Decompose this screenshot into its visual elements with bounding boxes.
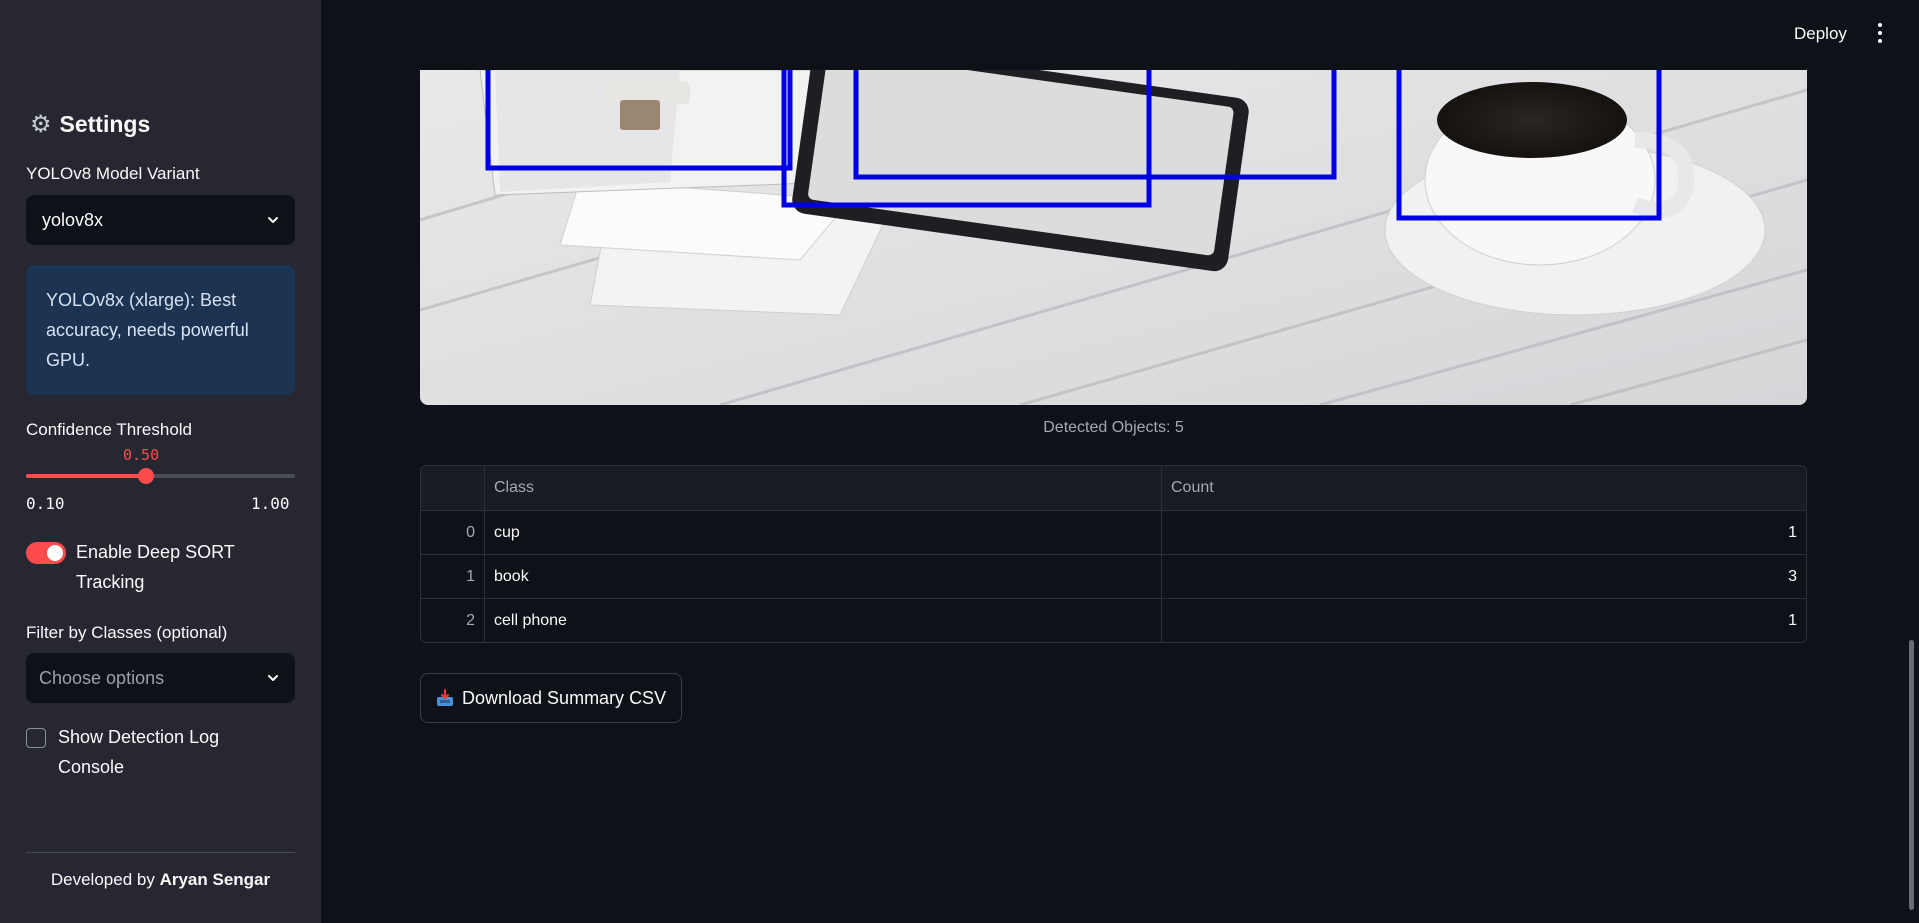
class-filter-multiselect[interactable]: Choose options — [26, 653, 295, 703]
count-cell[interactable]: 3 — [1162, 555, 1806, 598]
sidebar-title: ⚙ Settings — [30, 110, 150, 139]
class-cell[interactable]: book — [485, 555, 1162, 598]
confidence-slider-thumb[interactable] — [137, 468, 154, 484]
deep-sort-toggle[interactable] — [26, 542, 66, 564]
model-info-alert: YOLOv8x (xlarge): Best accuracy, needs p… — [26, 265, 295, 395]
class-cell[interactable]: cell phone — [485, 599, 1162, 642]
model-variant-value: yolov8x — [42, 209, 104, 230]
credit-name: Aryan Sengar — [159, 870, 271, 889]
table-row: 1 book 3 — [421, 554, 1806, 598]
sidebar-divider — [26, 852, 295, 853]
table-header-row: Class Count — [421, 466, 1806, 510]
count-column-header[interactable]: Count — [1162, 466, 1806, 510]
count-cell[interactable]: 1 — [1162, 599, 1806, 642]
inbox-tray-icon — [437, 689, 453, 706]
developer-credit: Developed by Aryan Sengar — [0, 870, 321, 890]
gear-icon: ⚙ — [30, 111, 52, 138]
confidence-slider[interactable] — [26, 468, 295, 484]
deep-sort-toggle-label: Enable Deep SORT Tracking — [76, 542, 235, 592]
download-button-label: Download Summary CSV — [462, 687, 667, 708]
credit-prefix: Developed by — [50, 870, 155, 889]
model-variant-select[interactable]: yolov8x — [26, 195, 295, 245]
main-scrollbar[interactable] — [1909, 640, 1914, 910]
chevron-down-icon — [268, 675, 278, 681]
detection-log-checkbox-label: Show Detection Log Console — [58, 727, 220, 777]
row-index: 1 — [421, 555, 485, 598]
row-index: 2 — [421, 599, 485, 642]
confidence-slider-max: 1.00 — [251, 494, 290, 513]
chevron-down-icon — [268, 217, 278, 223]
count-cell[interactable]: 1 — [1162, 511, 1806, 554]
row-index: 0 — [421, 511, 485, 554]
detection-log-checkbox[interactable] — [26, 728, 46, 748]
sidebar-title-text: Settings — [59, 111, 151, 137]
toggle-knob — [47, 545, 63, 561]
detection-image — [420, 70, 1807, 405]
confidence-label: Confidence Threshold — [26, 420, 193, 439]
detection-image-canvas — [420, 70, 1807, 405]
table-row: 2 cell phone 1 — [421, 598, 1806, 642]
model-variant-label: YOLOv8 Model Variant — [26, 164, 200, 183]
deploy-button[interactable]: Deploy — [1788, 20, 1853, 48]
detected-objects-caption: Detected Objects: 5 — [1043, 419, 1184, 436]
index-column-header[interactable] — [421, 466, 485, 510]
download-summary-csv-button[interactable]: Download Summary CSV — [420, 673, 683, 723]
confidence-slider-min: 0.10 — [26, 494, 65, 513]
confidence-slider-fill — [26, 474, 146, 478]
confidence-slider-value: 0.50 — [123, 446, 160, 464]
class-filter-placeholder: Choose options — [39, 667, 165, 688]
detection-summary-table: Class Count 0 cup 1 1 book 3 2 cell phon… — [420, 465, 1807, 643]
kebab-menu-icon[interactable] — [1873, 20, 1887, 46]
class-filter-label: Filter by Classes (optional) — [26, 623, 228, 642]
sidebar: ⚙ Settings YOLOv8 Model Variant yolov8x … — [0, 0, 321, 923]
class-cell[interactable]: cup — [485, 511, 1162, 554]
class-column-header[interactable]: Class — [485, 466, 1162, 510]
table-row: 0 cup 1 — [421, 510, 1806, 554]
